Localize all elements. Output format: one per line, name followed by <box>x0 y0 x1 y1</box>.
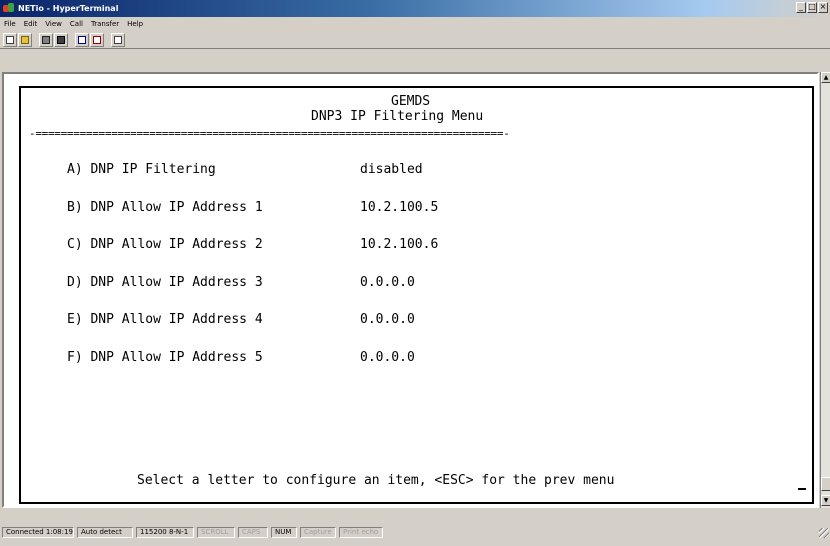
send-icon <box>78 35 86 44</box>
status-detect: Auto detect <box>77 527 133 538</box>
menu-view[interactable]: View <box>45 20 62 28</box>
vertical-scrollbar[interactable]: ▲ ▼ <box>820 72 830 508</box>
menu-item-label: F) DNP Allow IP Address 5 <box>67 350 263 365</box>
status-scroll: SCROLL <box>197 527 235 538</box>
send-button[interactable] <box>75 32 89 47</box>
menu-item-label: D) DNP Allow IP Address 3 <box>67 275 263 290</box>
menu-item-value: 0.0.0.0 <box>360 275 415 290</box>
status-print-echo: Print echo <box>339 527 383 538</box>
menu-item-value: 0.0.0.0 <box>360 350 415 365</box>
receive-button[interactable] <box>90 32 104 47</box>
close-button[interactable]: × <box>818 2 828 13</box>
hyperterminal-app-icon[interactable] <box>3 3 14 14</box>
new-connection-button[interactable] <box>3 32 17 47</box>
disconnect-icon <box>42 35 50 44</box>
menu-item-value: 0.0.0.0 <box>360 312 415 327</box>
new-connection-icon <box>6 35 14 44</box>
status-port-settings: 115200 8-N-1 <box>136 527 194 538</box>
menu-item-value: 10.2.100.5 <box>360 200 439 215</box>
menu-file[interactable]: File <box>4 20 16 28</box>
menu-item-label: B) DNP Allow IP Address 1 <box>67 200 263 215</box>
menu-item-label: E) DNP Allow IP Address 4 <box>67 312 263 327</box>
toolbar <box>0 31 830 49</box>
arrow-up-icon: ▲ <box>823 74 829 81</box>
terminal-prompt: Select a letter to configure an item, <E… <box>137 473 615 488</box>
connect-icon <box>57 35 65 44</box>
scroll-thumb[interactable] <box>821 477 830 491</box>
status-connected-time: Connected 1:08:19 <box>2 527 74 538</box>
window-title: NETio - HyperTerminal <box>18 4 119 13</box>
maximize-button[interactable]: □ <box>807 2 817 13</box>
properties-icon <box>114 35 122 44</box>
menu-help[interactable]: Help <box>127 20 143 28</box>
resize-grip-icon[interactable] <box>819 528 829 538</box>
scroll-up-button[interactable]: ▲ <box>821 72 830 83</box>
terminal-header: GEMDS <box>391 94 431 109</box>
text-cursor <box>798 488 806 490</box>
minimize-button[interactable]: _ <box>796 2 806 13</box>
status-capture: Capture <box>300 527 336 538</box>
terminal-screen[interactable]: GEMDS DNP3 IP Filtering Menu -==========… <box>19 86 814 504</box>
status-bar: Connected 1:08:19 Auto detect 115200 8-N… <box>0 526 830 539</box>
menu-separator: -=======================================… <box>29 127 510 140</box>
menu-bar: File Edit View Call Transfer Help <box>0 18 151 30</box>
receive-icon <box>93 35 101 44</box>
menu-item-value: disabled <box>360 162 423 177</box>
open-button[interactable] <box>18 32 32 47</box>
scroll-down-button[interactable]: ▼ <box>821 495 830 506</box>
window-controls: _ □ × <box>796 2 828 13</box>
menu-item-label: A) DNP IP Filtering <box>67 162 216 177</box>
menu-item-value: 10.2.100.6 <box>360 237 439 252</box>
title-bar[interactable]: NETio - HyperTerminal _ □ × <box>0 0 830 17</box>
menu-item-label: C) DNP Allow IP Address 2 <box>67 237 263 252</box>
menu-transfer[interactable]: Transfer <box>91 20 119 28</box>
arrow-down-icon: ▼ <box>823 497 829 504</box>
properties-button[interactable] <box>111 32 125 47</box>
menu-title: DNP3 IP Filtering Menu <box>311 109 484 124</box>
connect-button[interactable] <box>54 32 68 47</box>
disconnect-button[interactable] <box>39 32 53 47</box>
terminal-client-area[interactable]: GEMDS DNP3 IP Filtering Menu -==========… <box>2 72 819 508</box>
status-caps: CAPS <box>238 527 268 538</box>
open-icon <box>21 35 29 44</box>
menu-edit[interactable]: Edit <box>24 20 38 28</box>
menu-call[interactable]: Call <box>70 20 83 28</box>
status-num: NUM <box>271 527 297 538</box>
